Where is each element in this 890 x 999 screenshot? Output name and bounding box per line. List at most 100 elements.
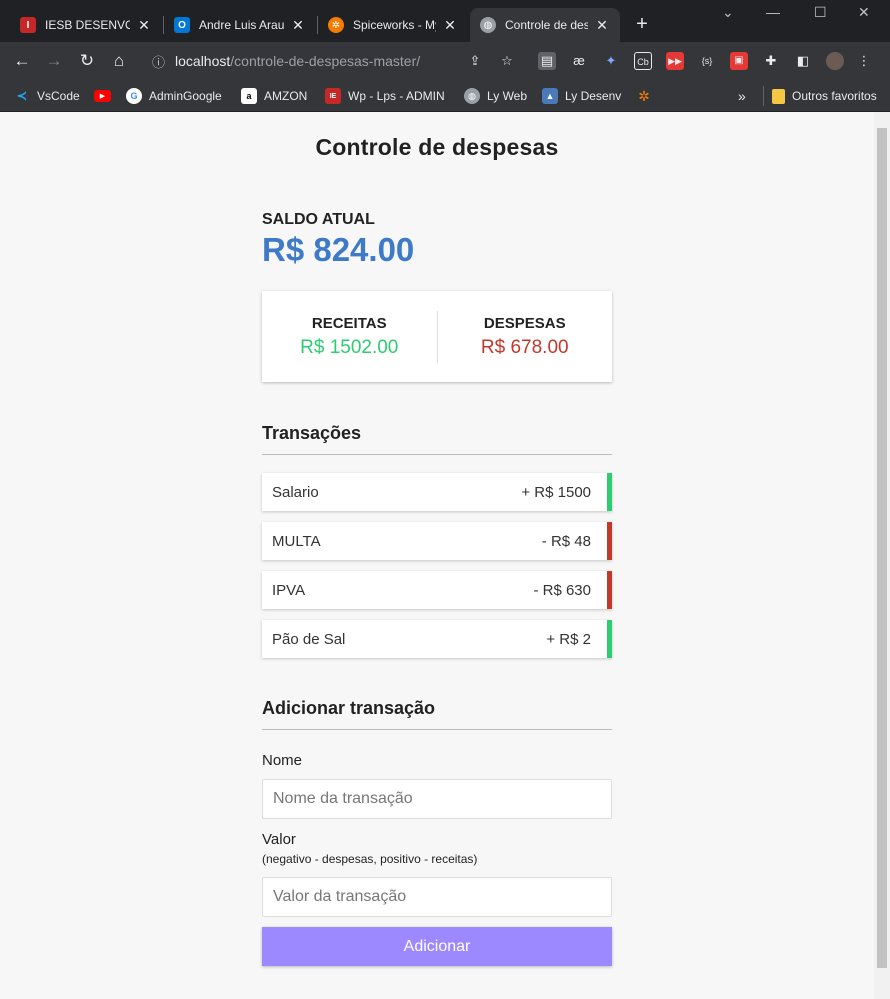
balance-value: R$ 824.00	[262, 231, 415, 268]
income-value: R$ 1502.00	[300, 336, 399, 358]
transaction-list: Salario + R$ 1500 MULTA - R$ 48 IPVA - R…	[262, 473, 612, 669]
bookmark-label: Outros favoritos	[792, 89, 877, 103]
bookmark-outros-favoritos[interactable]: Outros favoritos	[763, 86, 877, 106]
transaction-amount: - R$ 48	[541, 532, 591, 550]
youtube-icon: ▶	[94, 90, 111, 102]
expense-label: DESPESAS	[483, 314, 566, 332]
transactions-heading: Transações	[262, 423, 612, 455]
close-tab-icon[interactable]: ✕	[136, 17, 152, 34]
scrollbar-thumb[interactable]	[877, 128, 887, 968]
bookmark-label: Ly Desenv	[565, 89, 622, 103]
bookmark-label: Wp - Lps - ADMIN	[348, 89, 445, 103]
address-bar[interactable]: ⓘ localhost/controle-de-despesas-master/	[142, 46, 522, 76]
close-tab-icon[interactable]: ✕	[594, 17, 610, 34]
maximize-icon[interactable]: ☐	[814, 4, 827, 21]
transaction-item[interactable]: Salario + R$ 1500	[262, 473, 612, 511]
extensions-puzzle-icon[interactable]: ✚	[762, 52, 780, 70]
google-icon: G	[126, 88, 142, 104]
tab-controle-despesas[interactable]: ◍ Controle de desp ✕	[470, 8, 620, 42]
transaction-amount: + R$ 2	[546, 630, 591, 648]
menu-kebab-icon[interactable]: ⋮	[855, 52, 873, 70]
browser-toolbar: ← → ↻ ⌂ ⓘ localhost/controle-de-despesas…	[0, 42, 890, 80]
income-expense-summary: RECEITAS R$ 1502.00 DESPESAS R$ 678.00	[262, 291, 612, 382]
minimize-icon[interactable]: —	[766, 4, 780, 20]
home-icon[interactable]: ⌂	[109, 51, 129, 71]
bookmark-spiceworks[interactable]: ✲	[636, 86, 659, 106]
bookmark-vscode[interactable]: ≺ VsCode	[14, 86, 80, 106]
bookmark-wp-lps-admin[interactable]: IE Wp - Lps - ADMIN	[325, 86, 445, 106]
tab-label: IESB DESENVOLVI	[45, 18, 130, 32]
tab-search-chevron-icon[interactable]: ⌄	[722, 4, 734, 21]
bookmark-youtube[interactable]: ▶	[94, 86, 118, 106]
bookmark-ly-web[interactable]: ◍ Ly Web	[464, 86, 527, 106]
close-tab-icon[interactable]: ✕	[290, 17, 306, 34]
income-label: RECEITAS	[311, 314, 387, 332]
extension-1-icon[interactable]: ▤	[538, 52, 556, 70]
share-icon[interactable]: ⇪	[466, 52, 484, 70]
page-viewport: Controle de despesas SALDO ATUAL R$ 824.…	[0, 112, 890, 999]
add-transaction-button[interactable]: Adicionar	[262, 927, 612, 966]
vscode-icon: ≺	[16, 88, 28, 103]
page-title: Controle de despesas	[315, 134, 559, 160]
tab-spiceworks[interactable]: ✲ Spiceworks - My ✕	[318, 8, 468, 42]
extension-6-icon[interactable]: {s}	[698, 52, 716, 70]
side-panel-icon[interactable]: ◧	[794, 52, 812, 70]
transaction-value-input[interactable]	[262, 877, 612, 917]
extension-3-icon[interactable]: ✦	[602, 52, 620, 70]
url-path: /controle-de-despesas-master/	[230, 53, 421, 69]
url-host: localhost	[175, 53, 231, 69]
bookmark-label: AdminGoogle	[149, 89, 222, 103]
tab-outlook[interactable]: O Andre Luis Arauj ✕	[164, 8, 316, 42]
more-bookmarks-chevron-icon[interactable]: »	[738, 86, 746, 106]
reload-icon[interactable]: ↻	[77, 51, 97, 71]
extension-4-icon[interactable]: Cb	[634, 52, 652, 70]
vertical-scrollbar[interactable]	[874, 112, 890, 999]
name-field-label: Nome	[262, 752, 303, 769]
profile-avatar[interactable]	[826, 52, 844, 70]
new-tab-button[interactable]: +	[632, 14, 652, 34]
transaction-item[interactable]: IPVA - R$ 630	[262, 571, 612, 609]
transaction-name: Pão de Sal	[272, 630, 346, 648]
expense-column: DESPESAS R$ 678.00	[438, 315, 613, 359]
outlook-favicon-icon: O	[174, 17, 190, 33]
add-transaction-heading: Adicionar transação	[262, 698, 612, 730]
tab-strip: I IESB DESENVOLVI ✕ O Andre Luis Arauj ✕…	[0, 0, 890, 42]
bookmark-star-icon[interactable]: ☆	[498, 52, 516, 70]
bookmark-label: AMZON	[264, 89, 308, 103]
transaction-name: IPVA	[272, 581, 306, 599]
amazon-icon: a	[241, 88, 257, 104]
extension-7-icon[interactable]: ▣	[730, 52, 748, 70]
value-field-hint: (negativo - despesas, positivo - receita…	[262, 852, 478, 866]
bookmark-ly-desenv[interactable]: ▲ Ly Desenv	[542, 86, 621, 106]
bookmark-admingoogle[interactable]: G AdminGoogle	[126, 86, 222, 106]
bookmark-label: VsCode	[37, 89, 80, 103]
back-arrow-icon[interactable]: ←	[12, 51, 32, 71]
extension-5-icon[interactable]: ▶▶	[666, 52, 684, 70]
close-tab-icon[interactable]: ✕	[442, 17, 458, 34]
globe-icon: ◍	[464, 88, 480, 104]
close-window-icon[interactable]: ✕	[858, 4, 870, 21]
bookmark-amazon[interactable]: a AMZON	[241, 86, 307, 106]
transaction-name-input[interactable]	[262, 779, 612, 819]
income-column: RECEITAS R$ 1502.00	[262, 315, 437, 359]
spiceworks-favicon-icon: ✲	[328, 17, 344, 33]
folder-icon	[772, 88, 785, 104]
globe-favicon-icon: ◍	[480, 17, 496, 33]
transaction-item[interactable]: Pão de Sal + R$ 2	[262, 620, 612, 658]
transaction-name: MULTA	[272, 532, 321, 550]
transaction-amount: - R$ 630	[533, 581, 591, 599]
transaction-item[interactable]: MULTA - R$ 48	[262, 522, 612, 560]
iesb-icon: IE	[325, 88, 341, 104]
forward-arrow-icon[interactable]: →	[44, 51, 64, 71]
tab-label: Spiceworks - My	[353, 18, 436, 32]
balance-label: SALDO ATUAL	[262, 211, 375, 228]
bookmark-label: Ly Web	[487, 89, 528, 103]
extension-2-icon[interactable]: æ	[570, 52, 588, 70]
tab-iesb[interactable]: I IESB DESENVOLVI ✕	[10, 8, 162, 42]
expense-value: R$ 678.00	[480, 336, 569, 358]
tab-label: Andre Luis Arauj	[199, 18, 284, 32]
iesb-favicon-icon: I	[20, 17, 36, 33]
spiceworks-icon: ✲	[638, 87, 650, 104]
transaction-amount: + R$ 1500	[521, 483, 591, 501]
site-info-icon[interactable]: ⓘ	[152, 52, 165, 71]
